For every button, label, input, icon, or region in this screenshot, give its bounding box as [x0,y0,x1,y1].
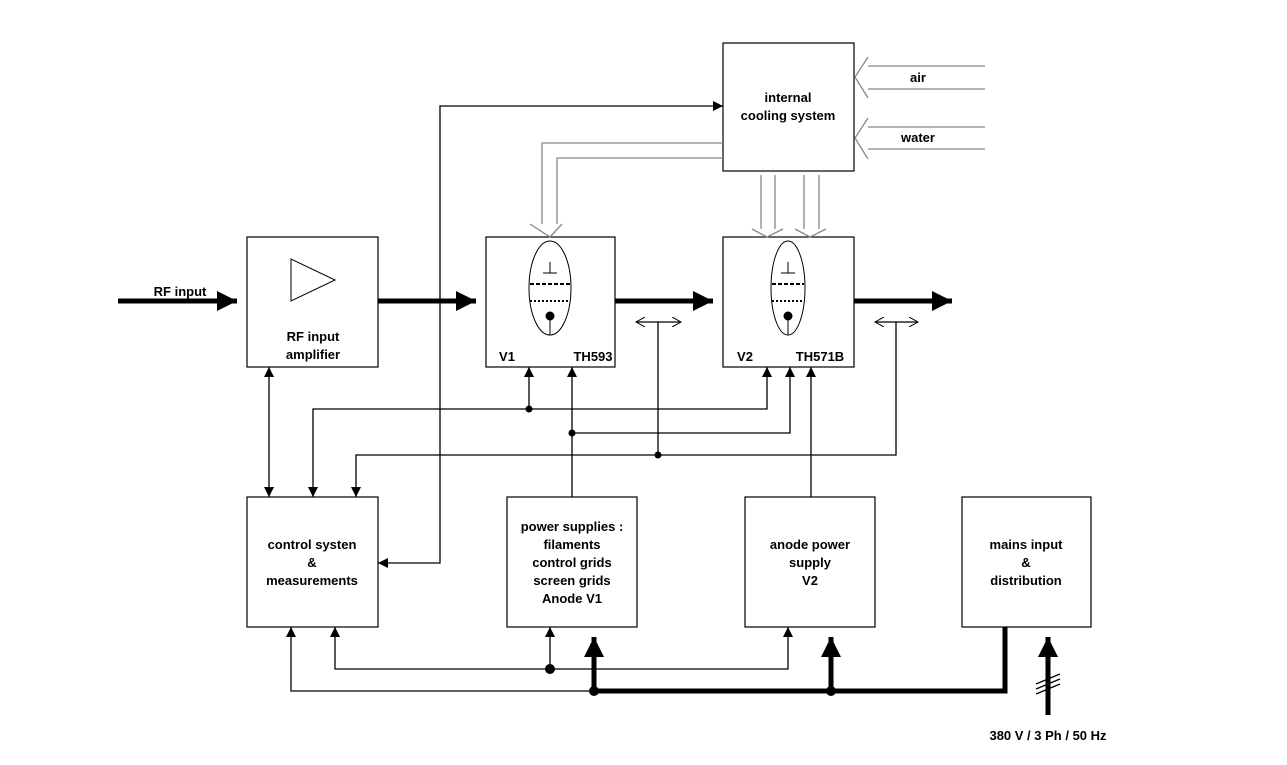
power-supplies-block: power supplies : filaments control grids… [506,496,638,628]
rf-amp-label-2: amplifier [286,347,340,362]
control-label-2: & [307,555,316,570]
block-diagram: internal cooling system RF input amplifi… [118,42,1107,743]
air-input-arrow: air [854,56,985,99]
power-label-5: Anode V1 [542,591,602,606]
v1-type: TH593 [573,349,612,364]
power-label-3: control grids [532,555,611,570]
coolant-to-v1-arrow [529,142,723,238]
mains-label-3: distribution [990,573,1062,588]
cooling-label-1: internal [765,90,812,105]
mains-input-block: mains input & distribution [961,496,1092,628]
power-label-2: filaments [543,537,600,552]
water-label: water [900,130,935,145]
v2-type: TH571B [796,349,844,364]
anode-label-3: V2 [802,573,818,588]
mains-label-2: & [1021,555,1030,570]
coolant-to-v2-arrows [751,175,827,238]
anode-label-1: anode power [770,537,850,552]
mains-label-1: mains input [990,537,1064,552]
water-input-arrow: water [854,117,985,160]
control-label-3: measurements [266,573,358,588]
anode-label-2: supply [789,555,832,570]
power-distribution-wiring [286,627,1008,696]
mains-voltage-label: 380 V / 3 Ph / 50 Hz [989,728,1107,743]
power-label-1: power supplies : [521,519,624,534]
v2-label: V2 [737,349,753,364]
anode-power-supply-block: anode power supply V2 [744,496,876,628]
power-label-4: screen grids [533,573,610,588]
rf-input-label: RF input [154,284,207,299]
v2-tube-block: V2 TH571B [722,236,855,368]
rf-amp-label-1: RF input [287,329,340,344]
cooling-label-2: cooling system [741,108,836,123]
v1-tube-block: V1 TH593 [485,236,616,368]
air-label: air [910,70,926,85]
v1-label: V1 [499,349,515,364]
control-system-block: control systen & measurements [246,496,379,628]
cooling-system-block: internal cooling system [722,42,855,172]
control-label-1: control systen [268,537,357,552]
rf-input-amplifier-block: RF input amplifier [246,236,379,368]
